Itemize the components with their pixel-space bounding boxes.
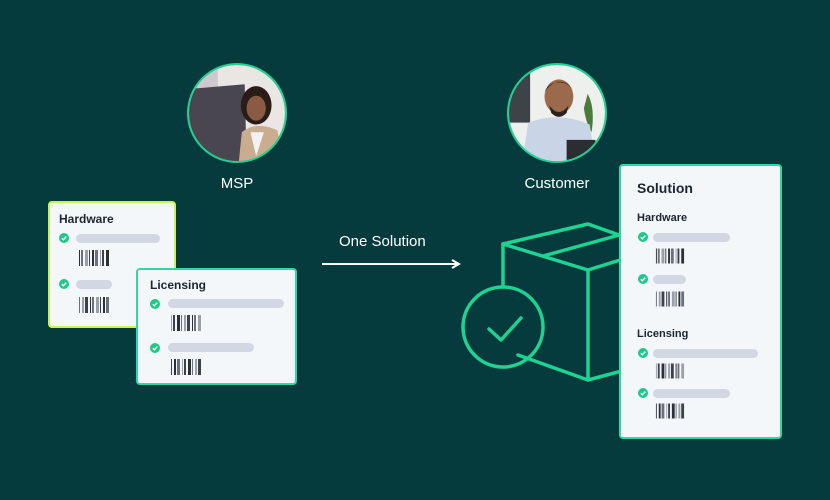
- check-icon: [638, 232, 648, 242]
- licensing-card-title: Licensing: [150, 278, 207, 292]
- solution-card-title: Solution: [637, 180, 693, 196]
- solution-licensing-title: Licensing: [637, 328, 689, 340]
- check-icon: [638, 348, 648, 358]
- item-placeholder: [653, 349, 758, 358]
- item-placeholder: [653, 389, 730, 398]
- barcode-icon: [655, 248, 685, 264]
- barcode-icon: [170, 315, 202, 331]
- check-icon: [150, 299, 160, 309]
- msp-label: MSP: [220, 175, 254, 192]
- item-placeholder: [76, 280, 112, 289]
- check-icon: [59, 279, 69, 289]
- check-icon: [638, 274, 648, 284]
- flow-label: One Solution: [339, 233, 426, 250]
- barcode-icon: [170, 359, 202, 375]
- customer-label: Customer: [524, 175, 590, 192]
- item-placeholder: [168, 299, 284, 308]
- item-placeholder: [653, 275, 686, 284]
- item-placeholder: [76, 234, 160, 243]
- solution-hardware-title: Hardware: [637, 212, 688, 224]
- barcode-icon: [655, 363, 685, 379]
- barcode-icon: [78, 297, 110, 313]
- package-box-check-icon: [461, 222, 628, 382]
- check-icon: [59, 233, 69, 243]
- barcode-icon: [655, 403, 685, 419]
- hardware-card-title: Hardware: [59, 212, 114, 226]
- customer-photo: [509, 65, 605, 161]
- item-placeholder: [653, 233, 730, 242]
- check-icon: [150, 343, 160, 353]
- msp-licensing-card: Licensing: [136, 268, 297, 385]
- solution-card: Solution Hardware Licensing: [619, 164, 782, 439]
- item-placeholder: [168, 343, 254, 352]
- barcode-icon: [78, 250, 110, 266]
- check-icon: [638, 388, 648, 398]
- customer-avatar: [507, 63, 607, 163]
- msp-photo: [189, 65, 285, 161]
- msp-avatar: [187, 63, 287, 163]
- arrow-right-icon: [322, 259, 462, 269]
- barcode-icon: [655, 291, 685, 307]
